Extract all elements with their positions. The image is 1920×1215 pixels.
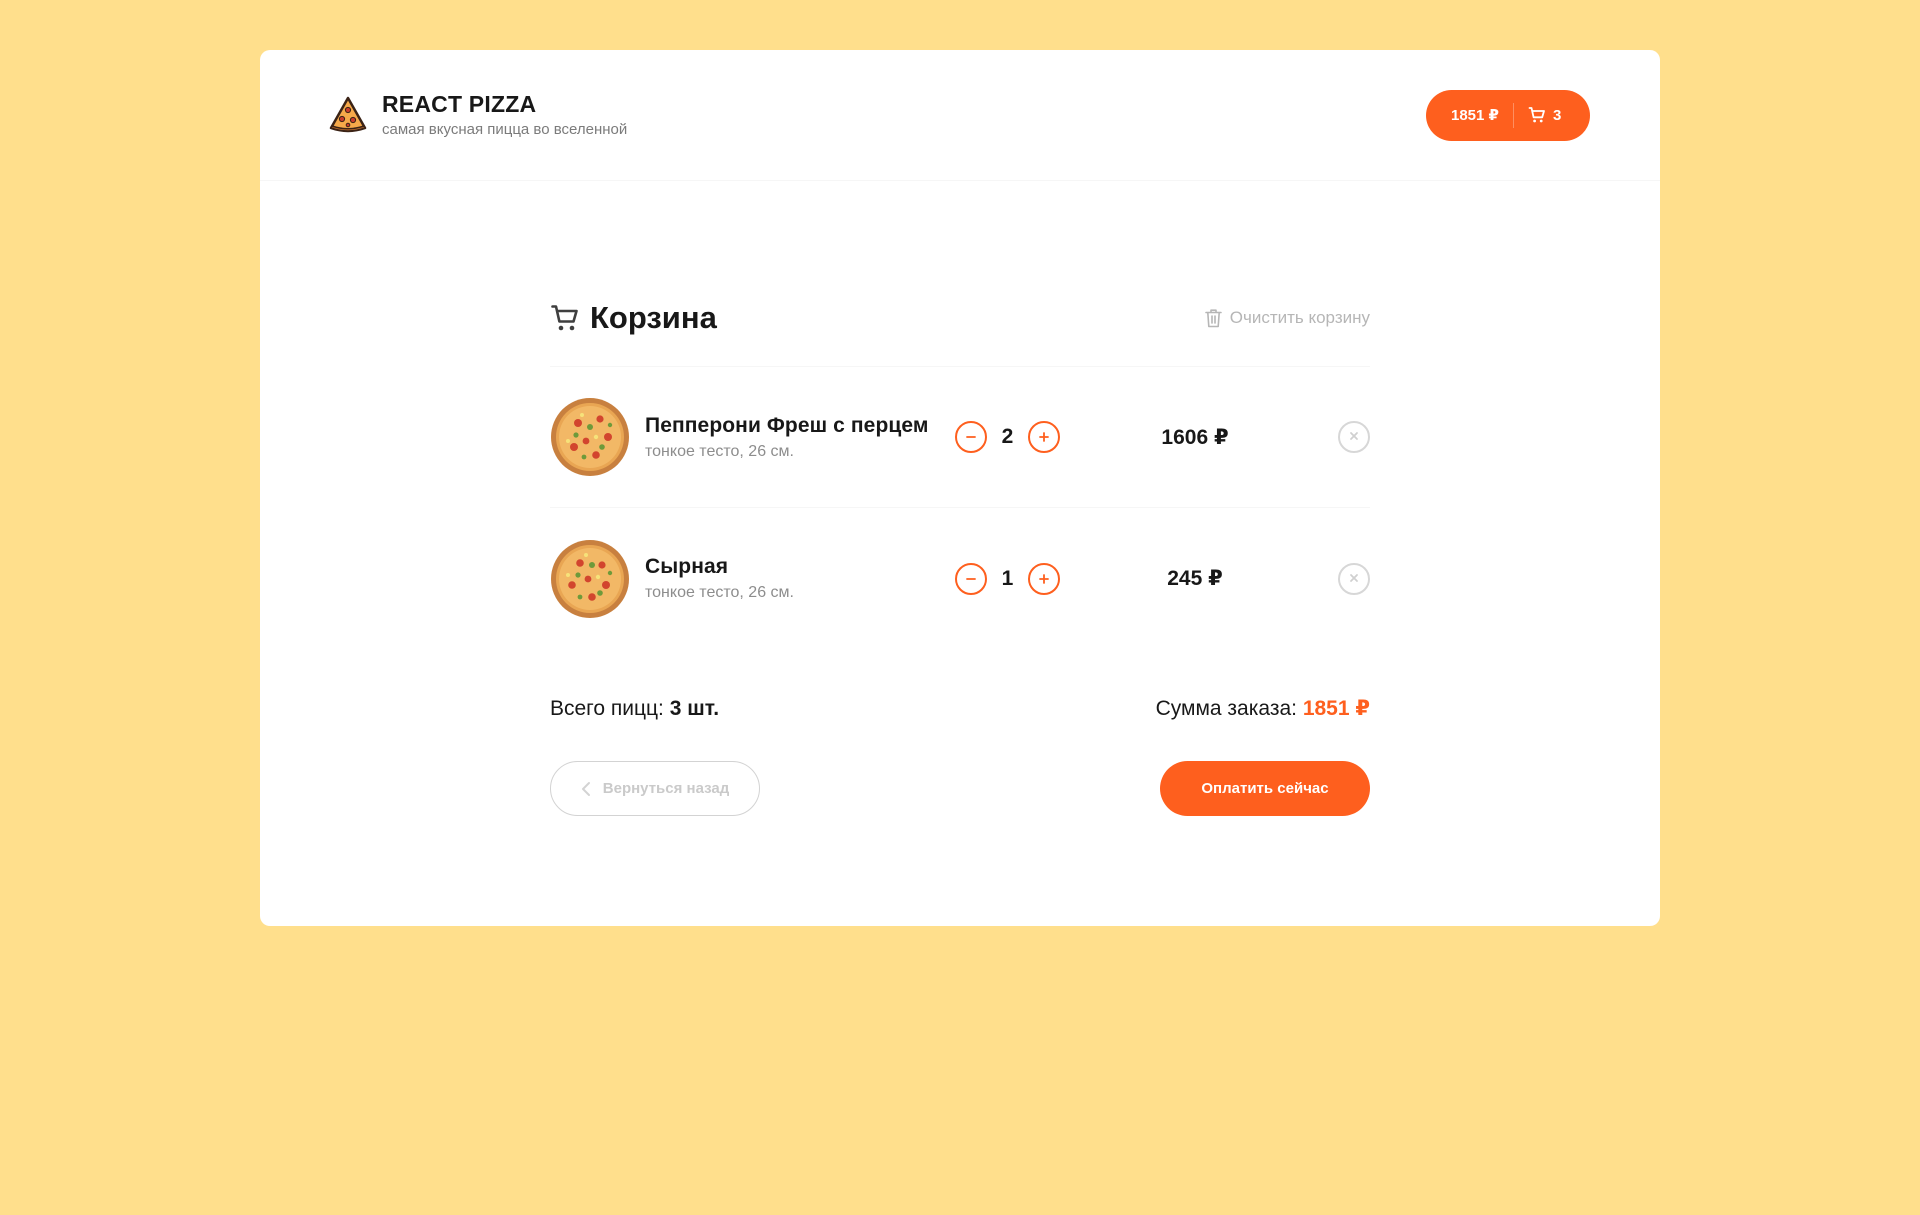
page-container: REACT PIZZA самая вкусная пицца во вселе… [260,50,1660,926]
cart-items: Пепперони Фреш с перцем тонкое тесто, 26… [550,367,1370,649]
close-icon [1349,570,1359,588]
cart-title-text: Корзина [590,300,717,335]
minus-icon [966,432,976,442]
quantity-stepper: 2 [955,421,1060,453]
plus-icon [1039,573,1049,584]
pizza-image [550,397,630,477]
total-count-label: Всего пицц: [550,696,664,720]
logo[interactable]: REACT PIZZA самая вкусная пицца во вселе… [328,91,628,138]
plus-button[interactable] [1028,421,1060,453]
logo-title: REACT PIZZA [382,91,537,118]
item-price: 245 ₽ [1167,567,1223,590]
item-name: Сырная [645,555,729,578]
divider [1512,102,1514,128]
total-sum: Сумма заказа: 1851 ₽ [1156,696,1370,721]
quantity-value: 2 [1001,425,1014,448]
logo-subtitle: самая вкусная пицца во вселенной [382,120,628,138]
total-sum-value: 1851 ₽ [1302,697,1370,720]
cart-summary: Всего пицц: 3 шт. Сумма заказа: 1851 ₽ [550,696,1370,721]
plus-button[interactable] [1028,562,1060,595]
clear-cart-label: Очистить корзину [1229,308,1370,327]
cart-icon [1528,106,1546,124]
total-count-value: 3 шт. [669,696,720,720]
item-info: Сырная тонкое тесто, 26 см. [645,555,945,602]
item-price: 1606 ₽ [1161,425,1229,449]
pizza-image [550,539,630,619]
trash-icon [1204,308,1222,328]
total-sum-label: Сумма заказа: [1155,697,1297,720]
minus-button[interactable] [955,562,987,595]
plus-icon [1039,432,1049,442]
cart-item: Сырная тонкое тесто, 26 см. 1 245 ₽ [550,508,1370,649]
item-info: Пепперони Фреш с перцем тонкое тесто, 26… [645,414,945,461]
quantity-value: 1 [1001,566,1014,590]
go-back-label: Вернуться назад [602,780,730,797]
header-cart-button[interactable]: 1851 ₽ 3 [1426,89,1590,141]
total-count: Всего пицц: 3 шт. [550,697,719,721]
close-icon [1349,428,1359,446]
remove-item-button[interactable] [1338,562,1370,595]
header: REACT PIZZA самая вкусная пицца во вселе… [260,50,1660,181]
cart-item: Пепперони Фреш с перцем тонкое тесто, 26… [550,367,1370,508]
pizza-slice-icon [328,95,368,135]
cart-section: Корзина Очистить корзину Пепперони Фреш … [550,300,1370,816]
cart-top: Корзина Очистить корзину [550,300,1370,367]
pay-now-button[interactable]: Оплатить сейчас [1160,761,1370,816]
chevron-left-icon [581,781,591,797]
cart-total: 1851 ₽ [1451,107,1499,124]
item-description: тонкое тесто, 26 см. [645,442,794,460]
go-back-button[interactable]: Вернуться назад [550,761,760,816]
item-description: тонкое тесто, 26 см. [645,584,794,601]
remove-item-button[interactable] [1338,421,1370,453]
cart-count: 3 [1552,106,1562,124]
item-name: Пепперони Фреш с перцем [645,413,929,437]
minus-button[interactable] [955,421,987,453]
cart-icon [550,303,580,333]
cart-actions: Вернуться назад Оплатить сейчас [550,761,1370,816]
clear-cart-button[interactable]: Очистить корзину [1204,308,1370,328]
cart-title: Корзина [550,300,717,336]
pay-now-label: Оплатить сейчас [1201,780,1329,797]
minus-icon [966,574,976,584]
quantity-stepper: 1 [955,562,1060,595]
